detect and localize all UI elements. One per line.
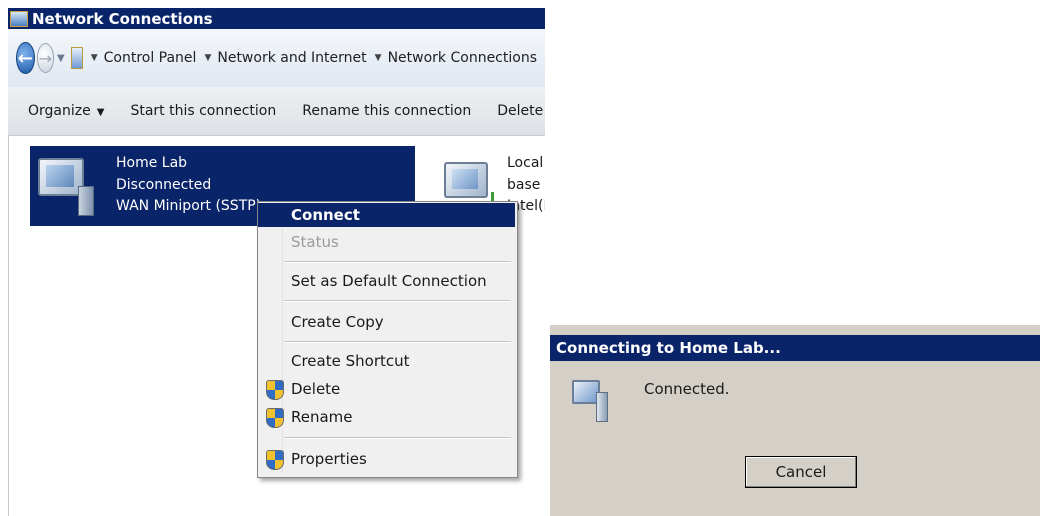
control-panel-icon [70,47,83,69]
menu-item-label: Create Copy [291,313,384,331]
menu-separator [284,437,511,439]
menu-item-delete[interactable]: Delete [258,377,515,401]
menu-item-label: Connect [291,206,360,224]
uac-shield-icon [266,450,284,470]
command-bar: Organize ▼ Start this connection Rename t… [8,87,545,136]
chevron-down-icon[interactable]: ▼ [375,53,382,63]
forward-button[interactable]: → [36,43,55,73]
menu-item-properties[interactable]: Properties [258,447,515,471]
menu-item-label: Properties [291,450,367,468]
dialog-titlebar[interactable]: Connecting to Home Lab... [550,335,1040,361]
chevron-down-icon[interactable]: ▼ [204,53,211,63]
address-bar: ← → ▼ ▼ Control Panel ▼ Network and Inte… [8,29,545,87]
uac-shield-icon [266,408,284,428]
breadcrumb-label: Control Panel [103,50,197,66]
menu-item-label: Delete [291,380,341,398]
menu-item-label: Set as Default Connection [291,272,487,290]
delete-connection-button[interactable]: Delete this connection [497,103,545,119]
connection-status: Disconnected [116,177,212,193]
back-arrow-icon: ← [17,47,33,69]
start-connection-button[interactable]: Start this connection [130,103,276,119]
connection-name: Local Area Connection [507,155,545,171]
menu-item-connect[interactable]: Connect [258,203,515,227]
menu-item-rename[interactable]: Rename [258,405,515,429]
back-button[interactable]: ← [16,42,35,74]
organize-menu-button[interactable]: Organize ▼ [28,103,104,119]
window-titlebar[interactable]: Network Connections [8,8,545,29]
menu-item-status: Status [258,230,515,254]
breadcrumb-network-and-internet[interactable]: ▼ Network and Internet [204,50,374,66]
menu-item-create-copy[interactable]: Create Copy [258,310,515,334]
network-connecting-icon [570,378,618,426]
vpn-connection-icon [34,152,94,216]
menu-separator [284,341,511,343]
recent-pages-dropdown-icon[interactable]: ▼ [57,53,65,64]
breadcrumb-network-connections[interactable]: ▼ Network Connections [375,50,545,66]
breadcrumb-label: Network and Internet [217,50,367,66]
uac-shield-icon [266,380,284,400]
menu-item-create-shortcut[interactable]: Create Shortcut [258,349,515,373]
cancel-button[interactable]: Cancel [745,456,857,488]
connecting-dialog: Connecting to Home Lab... Connected. Can… [549,325,1040,516]
menu-item-label: Status [291,233,339,251]
organize-label: Organize [28,103,91,119]
window-title: Network Connections [32,9,213,28]
connection-device: WAN Miniport (SSTP) [116,198,262,214]
menu-item-set-default[interactable]: Set as Default Connection [258,269,515,293]
window-left-border [8,136,9,516]
menu-separator [284,261,511,263]
dialog-message: Connected. [644,380,730,398]
dialog-title: Connecting to Home Lab... [556,339,781,357]
network-connections-app-icon [10,10,28,27]
menu-item-label: Rename [291,408,353,426]
chevron-down-icon[interactable]: ▼ [91,53,98,63]
forward-arrow-icon: → [38,48,53,68]
rename-connection-button[interactable]: Rename this connection [302,103,471,119]
breadcrumb-label: Network Connections [387,50,537,66]
connection-status: base [507,177,541,193]
connection-name: Home Lab [116,155,188,171]
menu-separator [284,300,511,302]
context-menu: Connect Status Set as Default Connection… [257,201,518,478]
breadcrumb-control-panel[interactable]: ▼ Control Panel [91,50,205,66]
menu-item-label: Create Shortcut [291,352,410,370]
chevron-down-icon: ▼ [96,107,105,118]
